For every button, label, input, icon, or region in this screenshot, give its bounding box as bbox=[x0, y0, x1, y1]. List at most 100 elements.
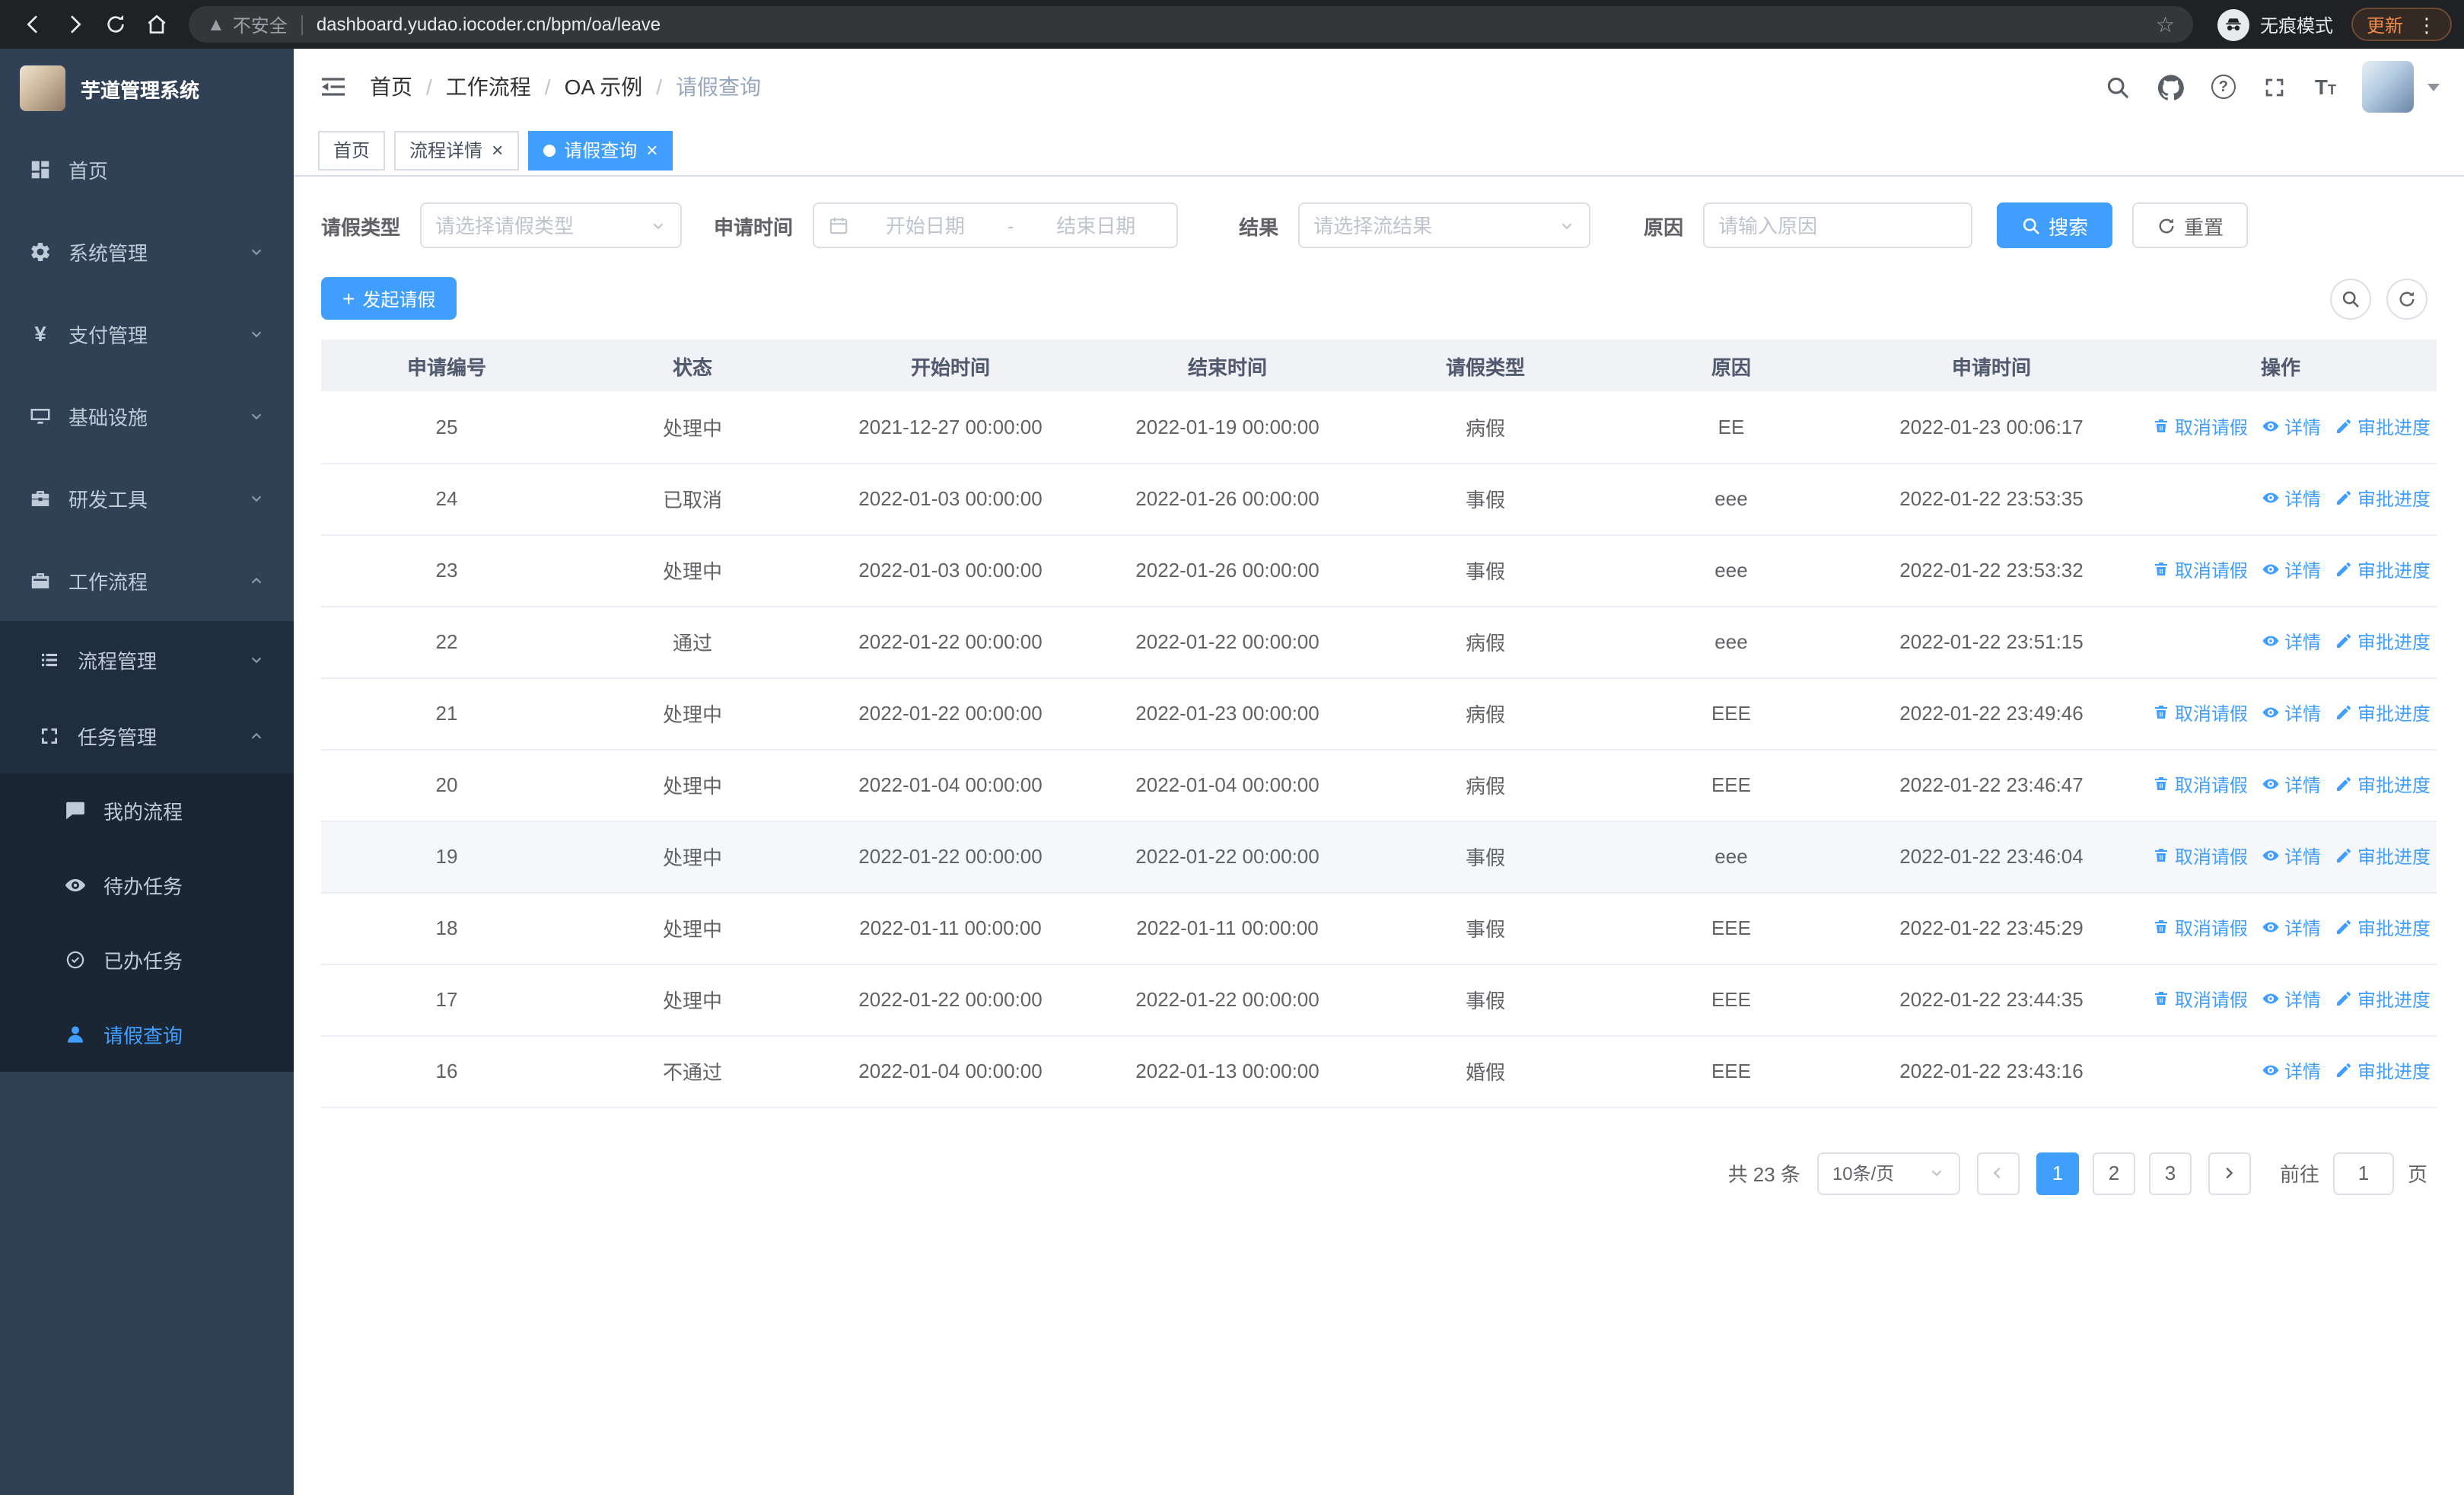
detail-icon bbox=[2262, 1066, 2279, 1076]
detail-link[interactable]: 详情 bbox=[2262, 987, 2321, 1012]
sidebar-item-task-management[interactable]: 任务管理 bbox=[0, 697, 294, 773]
cancel-leave-link[interactable]: 取消请假 bbox=[2152, 987, 2248, 1012]
cancel-leave-link[interactable]: 取消请假 bbox=[2152, 843, 2248, 869]
github-icon[interactable] bbox=[2158, 73, 2185, 100]
reason-input[interactable] bbox=[1718, 214, 1958, 237]
cell-reason: eee bbox=[1604, 463, 1858, 535]
tab-leave-query[interactable]: 请假查询 × bbox=[527, 130, 673, 170]
detail-link[interactable]: 详情 bbox=[2262, 915, 2321, 941]
sidebar-item-done-tasks[interactable]: 已办任务 bbox=[0, 923, 294, 997]
browser-menu-icon[interactable]: ⋮ bbox=[2417, 14, 2437, 34]
sidebar-item-todo-tasks[interactable]: 待办任务 bbox=[0, 848, 294, 923]
url-text[interactable]: dashboard.yudao.iocoder.cn/bpm/oa/leave bbox=[317, 14, 2156, 35]
leave-type-select[interactable] bbox=[420, 202, 683, 248]
sidebar-item-payment[interactable]: ¥ 支付管理 bbox=[0, 292, 294, 375]
approval-progress-link[interactable]: 审批进度 bbox=[2335, 486, 2431, 512]
cancel-leave-link[interactable]: 取消请假 bbox=[2152, 557, 2248, 583]
font-size-icon[interactable]: TT bbox=[2315, 75, 2336, 99]
detail-link[interactable]: 详情 bbox=[2262, 772, 2321, 798]
sidebar-item-process-management[interactable]: 流程管理 bbox=[0, 621, 294, 697]
leave-type-input[interactable] bbox=[435, 214, 641, 237]
cancel-leave-link[interactable]: 取消请假 bbox=[2152, 772, 2248, 798]
detail-link[interactable]: 详情 bbox=[2262, 700, 2321, 726]
create-leave-button[interactable]: + 发起请假 bbox=[321, 277, 457, 320]
page-3-button[interactable]: 3 bbox=[2148, 1152, 2192, 1194]
cancel-leave-link[interactable]: 取消请假 bbox=[2152, 413, 2248, 439]
approval-progress-link[interactable]: 审批进度 bbox=[2335, 629, 2431, 655]
sidebar-item-workflow[interactable]: 工作流程 bbox=[0, 539, 294, 621]
help-icon[interactable]: ? bbox=[2211, 75, 2236, 99]
approval-progress-link[interactable]: 审批进度 bbox=[2335, 413, 2431, 439]
update-chip[interactable]: 更新 ⋮ bbox=[2351, 8, 2452, 41]
approval-progress-link[interactable]: 审批进度 bbox=[2335, 915, 2431, 941]
detail-icon bbox=[2262, 565, 2279, 575]
approval-progress-link[interactable]: 审批进度 bbox=[2335, 700, 2431, 726]
detail-link[interactable]: 详情 bbox=[2262, 843, 2321, 869]
fullscreen-icon[interactable] bbox=[2262, 73, 2289, 100]
tab-close-icon[interactable]: × bbox=[492, 140, 503, 160]
page-1-button[interactable]: 1 bbox=[2036, 1152, 2079, 1194]
url-bar[interactable]: ▲ 不安全 dashboard.yudao.iocoder.cn/bpm/oa/… bbox=[189, 6, 2193, 43]
cell-reason: eee bbox=[1604, 606, 1858, 678]
approval-progress-link[interactable]: 审批进度 bbox=[2335, 557, 2431, 583]
cancel-icon bbox=[2154, 706, 2167, 719]
page-2-button[interactable]: 2 bbox=[2092, 1152, 2135, 1194]
approval-progress-link[interactable]: 审批进度 bbox=[2335, 987, 2431, 1012]
result-input[interactable] bbox=[1313, 214, 1550, 237]
bookmark-star-icon[interactable]: ☆ bbox=[2156, 11, 2175, 37]
sidebar-item-my-process[interactable]: 我的流程 bbox=[0, 773, 294, 848]
tab-close-icon[interactable]: × bbox=[646, 140, 657, 160]
home-icon[interactable] bbox=[135, 4, 177, 45]
cell-operations: 取消请假 详情 审批进度 bbox=[2125, 534, 2437, 607]
detail-link[interactable]: 详情 bbox=[2262, 413, 2321, 439]
tab-home[interactable]: 首页 bbox=[318, 130, 386, 170]
approval-progress-link[interactable]: 审批进度 bbox=[2335, 772, 2431, 798]
end-date-input[interactable] bbox=[1029, 214, 1164, 237]
forward-icon[interactable] bbox=[53, 4, 94, 45]
approval-progress-link[interactable]: 审批进度 bbox=[2335, 1058, 2431, 1084]
sidebar-item-devtools[interactable]: 研发工具 bbox=[0, 457, 294, 539]
update-label[interactable]: 更新 bbox=[2367, 11, 2403, 37]
app-logo[interactable]: 芋道管理系统 bbox=[0, 49, 294, 128]
sidebar-item-system[interactable]: 系统管理 bbox=[0, 210, 294, 292]
breadcrumb-oa-example[interactable]: OA 示例 bbox=[565, 72, 643, 102]
search-button[interactable]: 搜索 bbox=[1997, 202, 2113, 248]
reason-field[interactable] bbox=[1703, 202, 1973, 248]
sidebar-item-leave-query[interactable]: 请假查询 bbox=[0, 997, 294, 1072]
reset-button[interactable]: 重置 bbox=[2132, 202, 2249, 248]
gear-icon bbox=[29, 240, 52, 263]
prev-page-button[interactable] bbox=[1976, 1152, 2020, 1194]
start-date-input[interactable] bbox=[858, 214, 992, 237]
user-avatar[interactable] bbox=[2362, 61, 2414, 113]
cell-status: 处理中 bbox=[572, 892, 813, 964]
sidebar-item-infrastructure[interactable]: 基础设施 bbox=[0, 375, 294, 457]
security-warning[interactable]: ▲ 不安全 bbox=[207, 11, 288, 37]
refresh-table-button[interactable] bbox=[2386, 278, 2427, 319]
page-size-select[interactable]: 10条/页 bbox=[1816, 1152, 1960, 1194]
approval-progress-link[interactable]: 审批进度 bbox=[2335, 843, 2431, 869]
detail-link[interactable]: 详情 bbox=[2262, 557, 2321, 583]
tab-process-detail[interactable]: 流程详情 × bbox=[394, 130, 519, 170]
goto-label: 前往 bbox=[2279, 1163, 2319, 1186]
goto-page-input[interactable] bbox=[2332, 1152, 2394, 1194]
date-range-picker[interactable]: - bbox=[813, 202, 1179, 248]
detail-link[interactable]: 详情 bbox=[2262, 1058, 2321, 1084]
avatar-caret-icon[interactable] bbox=[2427, 83, 2440, 91]
leave-type-label: 请假类型 bbox=[321, 215, 401, 238]
search-icon[interactable] bbox=[2105, 73, 2132, 100]
next-page-button[interactable] bbox=[2208, 1152, 2251, 1194]
result-select[interactable] bbox=[1298, 202, 1591, 248]
detail-link[interactable]: 详情 bbox=[2262, 486, 2321, 512]
refresh-icon[interactable] bbox=[94, 4, 135, 45]
sidebar-item-home[interactable]: 首页 bbox=[0, 128, 294, 210]
back-icon[interactable] bbox=[12, 4, 53, 45]
chat-icon bbox=[64, 799, 87, 822]
cancel-leave-link[interactable]: 取消请假 bbox=[2152, 915, 2248, 941]
toggle-search-button[interactable] bbox=[2330, 278, 2371, 319]
cancel-leave-link[interactable]: 取消请假 bbox=[2152, 700, 2248, 726]
breadcrumb-workflow[interactable]: 工作流程 bbox=[446, 72, 531, 102]
breadcrumb-home[interactable]: 首页 bbox=[370, 72, 412, 102]
sidebar-fold-icon[interactable] bbox=[318, 72, 349, 102]
detail-link[interactable]: 详情 bbox=[2262, 629, 2321, 655]
content-area: 首页 / 工作流程 / OA 示例 / 请假查询 ? TT 首页 流程详情 × … bbox=[294, 49, 2464, 1495]
